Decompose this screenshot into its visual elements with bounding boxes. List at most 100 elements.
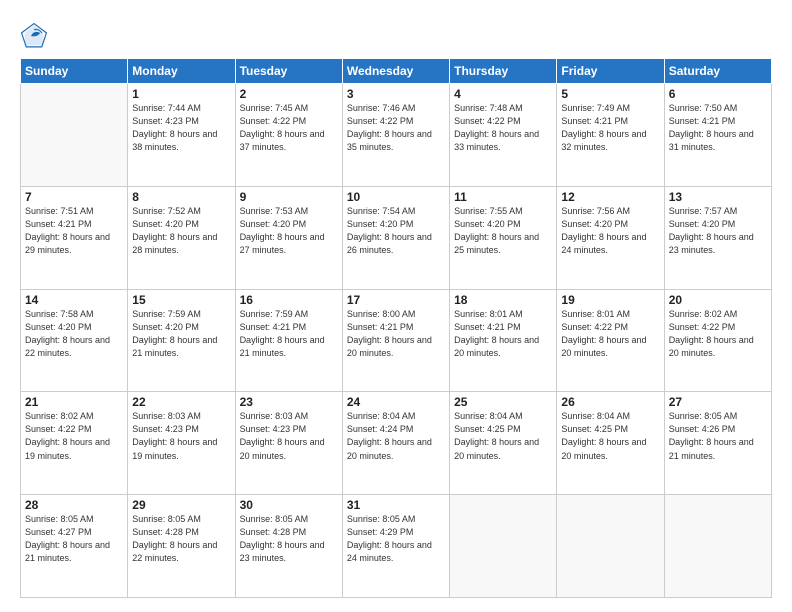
- calendar-cell: [450, 495, 557, 598]
- day-detail: Sunrise: 8:04 AMSunset: 4:25 PMDaylight:…: [454, 410, 552, 462]
- day-detail: Sunrise: 7:52 AMSunset: 4:20 PMDaylight:…: [132, 205, 230, 257]
- calendar-cell: [21, 84, 128, 187]
- calendar-cell: 19Sunrise: 8:01 AMSunset: 4:22 PMDayligh…: [557, 289, 664, 392]
- day-detail: Sunrise: 7:59 AMSunset: 4:20 PMDaylight:…: [132, 308, 230, 360]
- calendar-cell: 23Sunrise: 8:03 AMSunset: 4:23 PMDayligh…: [235, 392, 342, 495]
- day-number: 29: [132, 498, 230, 512]
- calendar-cell: 2Sunrise: 7:45 AMSunset: 4:22 PMDaylight…: [235, 84, 342, 187]
- day-detail: Sunrise: 7:57 AMSunset: 4:20 PMDaylight:…: [669, 205, 767, 257]
- weekday-header-tuesday: Tuesday: [235, 59, 342, 84]
- day-number: 13: [669, 190, 767, 204]
- day-number: 30: [240, 498, 338, 512]
- day-number: 31: [347, 498, 445, 512]
- day-number: 11: [454, 190, 552, 204]
- day-detail: Sunrise: 7:56 AMSunset: 4:20 PMDaylight:…: [561, 205, 659, 257]
- calendar-cell: 18Sunrise: 8:01 AMSunset: 4:21 PMDayligh…: [450, 289, 557, 392]
- day-number: 7: [25, 190, 123, 204]
- calendar-cell: 1Sunrise: 7:44 AMSunset: 4:23 PMDaylight…: [128, 84, 235, 187]
- day-detail: Sunrise: 7:54 AMSunset: 4:20 PMDaylight:…: [347, 205, 445, 257]
- day-number: 5: [561, 87, 659, 101]
- calendar-cell: 28Sunrise: 8:05 AMSunset: 4:27 PMDayligh…: [21, 495, 128, 598]
- calendar-cell: 30Sunrise: 8:05 AMSunset: 4:28 PMDayligh…: [235, 495, 342, 598]
- day-number: 4: [454, 87, 552, 101]
- day-number: 21: [25, 395, 123, 409]
- day-detail: Sunrise: 7:53 AMSunset: 4:20 PMDaylight:…: [240, 205, 338, 257]
- calendar-body: 1Sunrise: 7:44 AMSunset: 4:23 PMDaylight…: [21, 84, 772, 598]
- calendar-cell: 25Sunrise: 8:04 AMSunset: 4:25 PMDayligh…: [450, 392, 557, 495]
- weekday-header-wednesday: Wednesday: [342, 59, 449, 84]
- calendar-week-4: 28Sunrise: 8:05 AMSunset: 4:27 PMDayligh…: [21, 495, 772, 598]
- calendar-cell: 10Sunrise: 7:54 AMSunset: 4:20 PMDayligh…: [342, 186, 449, 289]
- day-number: 15: [132, 293, 230, 307]
- calendar-week-0: 1Sunrise: 7:44 AMSunset: 4:23 PMDaylight…: [21, 84, 772, 187]
- day-detail: Sunrise: 8:01 AMSunset: 4:21 PMDaylight:…: [454, 308, 552, 360]
- page: SundayMondayTuesdayWednesdayThursdayFrid…: [0, 0, 792, 612]
- calendar-cell: 9Sunrise: 7:53 AMSunset: 4:20 PMDaylight…: [235, 186, 342, 289]
- day-number: 6: [669, 87, 767, 101]
- calendar-cell: 16Sunrise: 7:59 AMSunset: 4:21 PMDayligh…: [235, 289, 342, 392]
- weekday-header-sunday: Sunday: [21, 59, 128, 84]
- weekday-header-saturday: Saturday: [664, 59, 771, 84]
- day-number: 24: [347, 395, 445, 409]
- day-number: 1: [132, 87, 230, 101]
- logo: [20, 22, 50, 50]
- calendar-week-2: 14Sunrise: 7:58 AMSunset: 4:20 PMDayligh…: [21, 289, 772, 392]
- calendar-cell: 14Sunrise: 7:58 AMSunset: 4:20 PMDayligh…: [21, 289, 128, 392]
- day-detail: Sunrise: 8:05 AMSunset: 4:26 PMDaylight:…: [669, 410, 767, 462]
- calendar-cell: 21Sunrise: 8:02 AMSunset: 4:22 PMDayligh…: [21, 392, 128, 495]
- calendar-cell: 5Sunrise: 7:49 AMSunset: 4:21 PMDaylight…: [557, 84, 664, 187]
- day-number: 27: [669, 395, 767, 409]
- day-number: 23: [240, 395, 338, 409]
- day-detail: Sunrise: 7:44 AMSunset: 4:23 PMDaylight:…: [132, 102, 230, 154]
- day-detail: Sunrise: 7:48 AMSunset: 4:22 PMDaylight:…: [454, 102, 552, 154]
- day-detail: Sunrise: 8:05 AMSunset: 4:28 PMDaylight:…: [240, 513, 338, 565]
- day-detail: Sunrise: 8:01 AMSunset: 4:22 PMDaylight:…: [561, 308, 659, 360]
- calendar-cell: 24Sunrise: 8:04 AMSunset: 4:24 PMDayligh…: [342, 392, 449, 495]
- day-detail: Sunrise: 7:55 AMSunset: 4:20 PMDaylight:…: [454, 205, 552, 257]
- day-detail: Sunrise: 7:51 AMSunset: 4:21 PMDaylight:…: [25, 205, 123, 257]
- calendar-cell: 17Sunrise: 8:00 AMSunset: 4:21 PMDayligh…: [342, 289, 449, 392]
- day-number: 20: [669, 293, 767, 307]
- day-number: 22: [132, 395, 230, 409]
- calendar-cell: 20Sunrise: 8:02 AMSunset: 4:22 PMDayligh…: [664, 289, 771, 392]
- calendar-cell: 7Sunrise: 7:51 AMSunset: 4:21 PMDaylight…: [21, 186, 128, 289]
- day-detail: Sunrise: 8:05 AMSunset: 4:28 PMDaylight:…: [132, 513, 230, 565]
- header: [20, 18, 772, 50]
- day-detail: Sunrise: 7:49 AMSunset: 4:21 PMDaylight:…: [561, 102, 659, 154]
- calendar-week-1: 7Sunrise: 7:51 AMSunset: 4:21 PMDaylight…: [21, 186, 772, 289]
- day-number: 26: [561, 395, 659, 409]
- calendar-cell: 8Sunrise: 7:52 AMSunset: 4:20 PMDaylight…: [128, 186, 235, 289]
- day-number: 17: [347, 293, 445, 307]
- calendar-cell: 3Sunrise: 7:46 AMSunset: 4:22 PMDaylight…: [342, 84, 449, 187]
- day-number: 18: [454, 293, 552, 307]
- day-detail: Sunrise: 7:59 AMSunset: 4:21 PMDaylight:…: [240, 308, 338, 360]
- calendar-cell: 22Sunrise: 8:03 AMSunset: 4:23 PMDayligh…: [128, 392, 235, 495]
- calendar-cell: 12Sunrise: 7:56 AMSunset: 4:20 PMDayligh…: [557, 186, 664, 289]
- day-detail: Sunrise: 8:04 AMSunset: 4:24 PMDaylight:…: [347, 410, 445, 462]
- day-number: 12: [561, 190, 659, 204]
- calendar-cell: 4Sunrise: 7:48 AMSunset: 4:22 PMDaylight…: [450, 84, 557, 187]
- calendar-cell: 6Sunrise: 7:50 AMSunset: 4:21 PMDaylight…: [664, 84, 771, 187]
- weekday-row: SundayMondayTuesdayWednesdayThursdayFrid…: [21, 59, 772, 84]
- day-detail: Sunrise: 8:05 AMSunset: 4:27 PMDaylight:…: [25, 513, 123, 565]
- day-number: 14: [25, 293, 123, 307]
- weekday-header-thursday: Thursday: [450, 59, 557, 84]
- day-number: 19: [561, 293, 659, 307]
- calendar-header: SundayMondayTuesdayWednesdayThursdayFrid…: [21, 59, 772, 84]
- day-detail: Sunrise: 8:03 AMSunset: 4:23 PMDaylight:…: [240, 410, 338, 462]
- day-number: 2: [240, 87, 338, 101]
- day-number: 3: [347, 87, 445, 101]
- day-number: 9: [240, 190, 338, 204]
- day-detail: Sunrise: 8:04 AMSunset: 4:25 PMDaylight:…: [561, 410, 659, 462]
- calendar-cell: [557, 495, 664, 598]
- calendar-cell: 31Sunrise: 8:05 AMSunset: 4:29 PMDayligh…: [342, 495, 449, 598]
- calendar-cell: 13Sunrise: 7:57 AMSunset: 4:20 PMDayligh…: [664, 186, 771, 289]
- day-detail: Sunrise: 8:03 AMSunset: 4:23 PMDaylight:…: [132, 410, 230, 462]
- day-number: 25: [454, 395, 552, 409]
- weekday-header-monday: Monday: [128, 59, 235, 84]
- day-detail: Sunrise: 8:00 AMSunset: 4:21 PMDaylight:…: [347, 308, 445, 360]
- day-detail: Sunrise: 8:02 AMSunset: 4:22 PMDaylight:…: [669, 308, 767, 360]
- day-detail: Sunrise: 7:58 AMSunset: 4:20 PMDaylight:…: [25, 308, 123, 360]
- calendar-table: SundayMondayTuesdayWednesdayThursdayFrid…: [20, 58, 772, 598]
- day-detail: Sunrise: 7:50 AMSunset: 4:21 PMDaylight:…: [669, 102, 767, 154]
